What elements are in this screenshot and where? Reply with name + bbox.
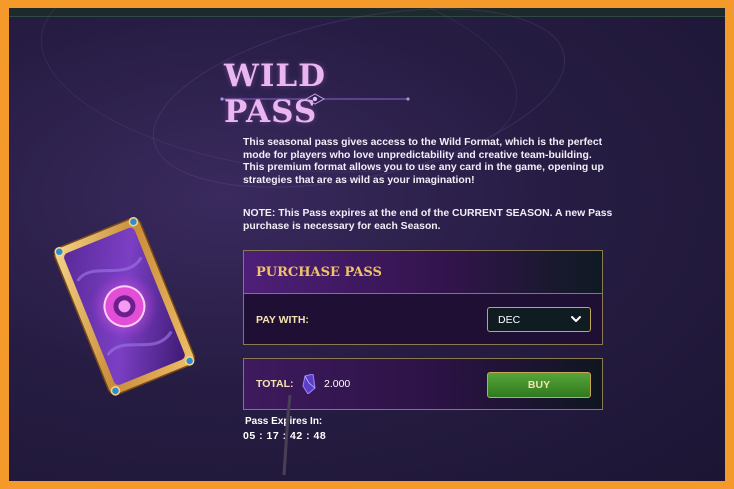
buy-button[interactable]: BUY (487, 372, 591, 398)
title-divider-ornament (220, 93, 410, 105)
pay-with-label: PAY WITH: (256, 314, 309, 326)
wild-pass-ticket-icon (53, 217, 196, 396)
decorative-brush-stroke (282, 395, 292, 475)
purchase-header: PURCHASE PASS (244, 251, 602, 294)
currency-select[interactable]: DEC (487, 307, 591, 332)
expiry-note: NOTE: This Pass expires at the end of th… (243, 208, 613, 232)
pass-description: This seasonal pass gives access to the W… (243, 137, 604, 186)
total-label: TOTAL: (256, 378, 294, 390)
chevron-down-icon (571, 316, 581, 322)
pay-with-row: PAY WITH: DEC (244, 294, 602, 345)
purple-gem-icon (302, 374, 316, 394)
purchase-panel: PURCHASE PASS PAY WITH: DEC (243, 250, 603, 345)
currency-select-value: DEC (498, 314, 521, 326)
total-value: 2.000 (324, 378, 351, 390)
